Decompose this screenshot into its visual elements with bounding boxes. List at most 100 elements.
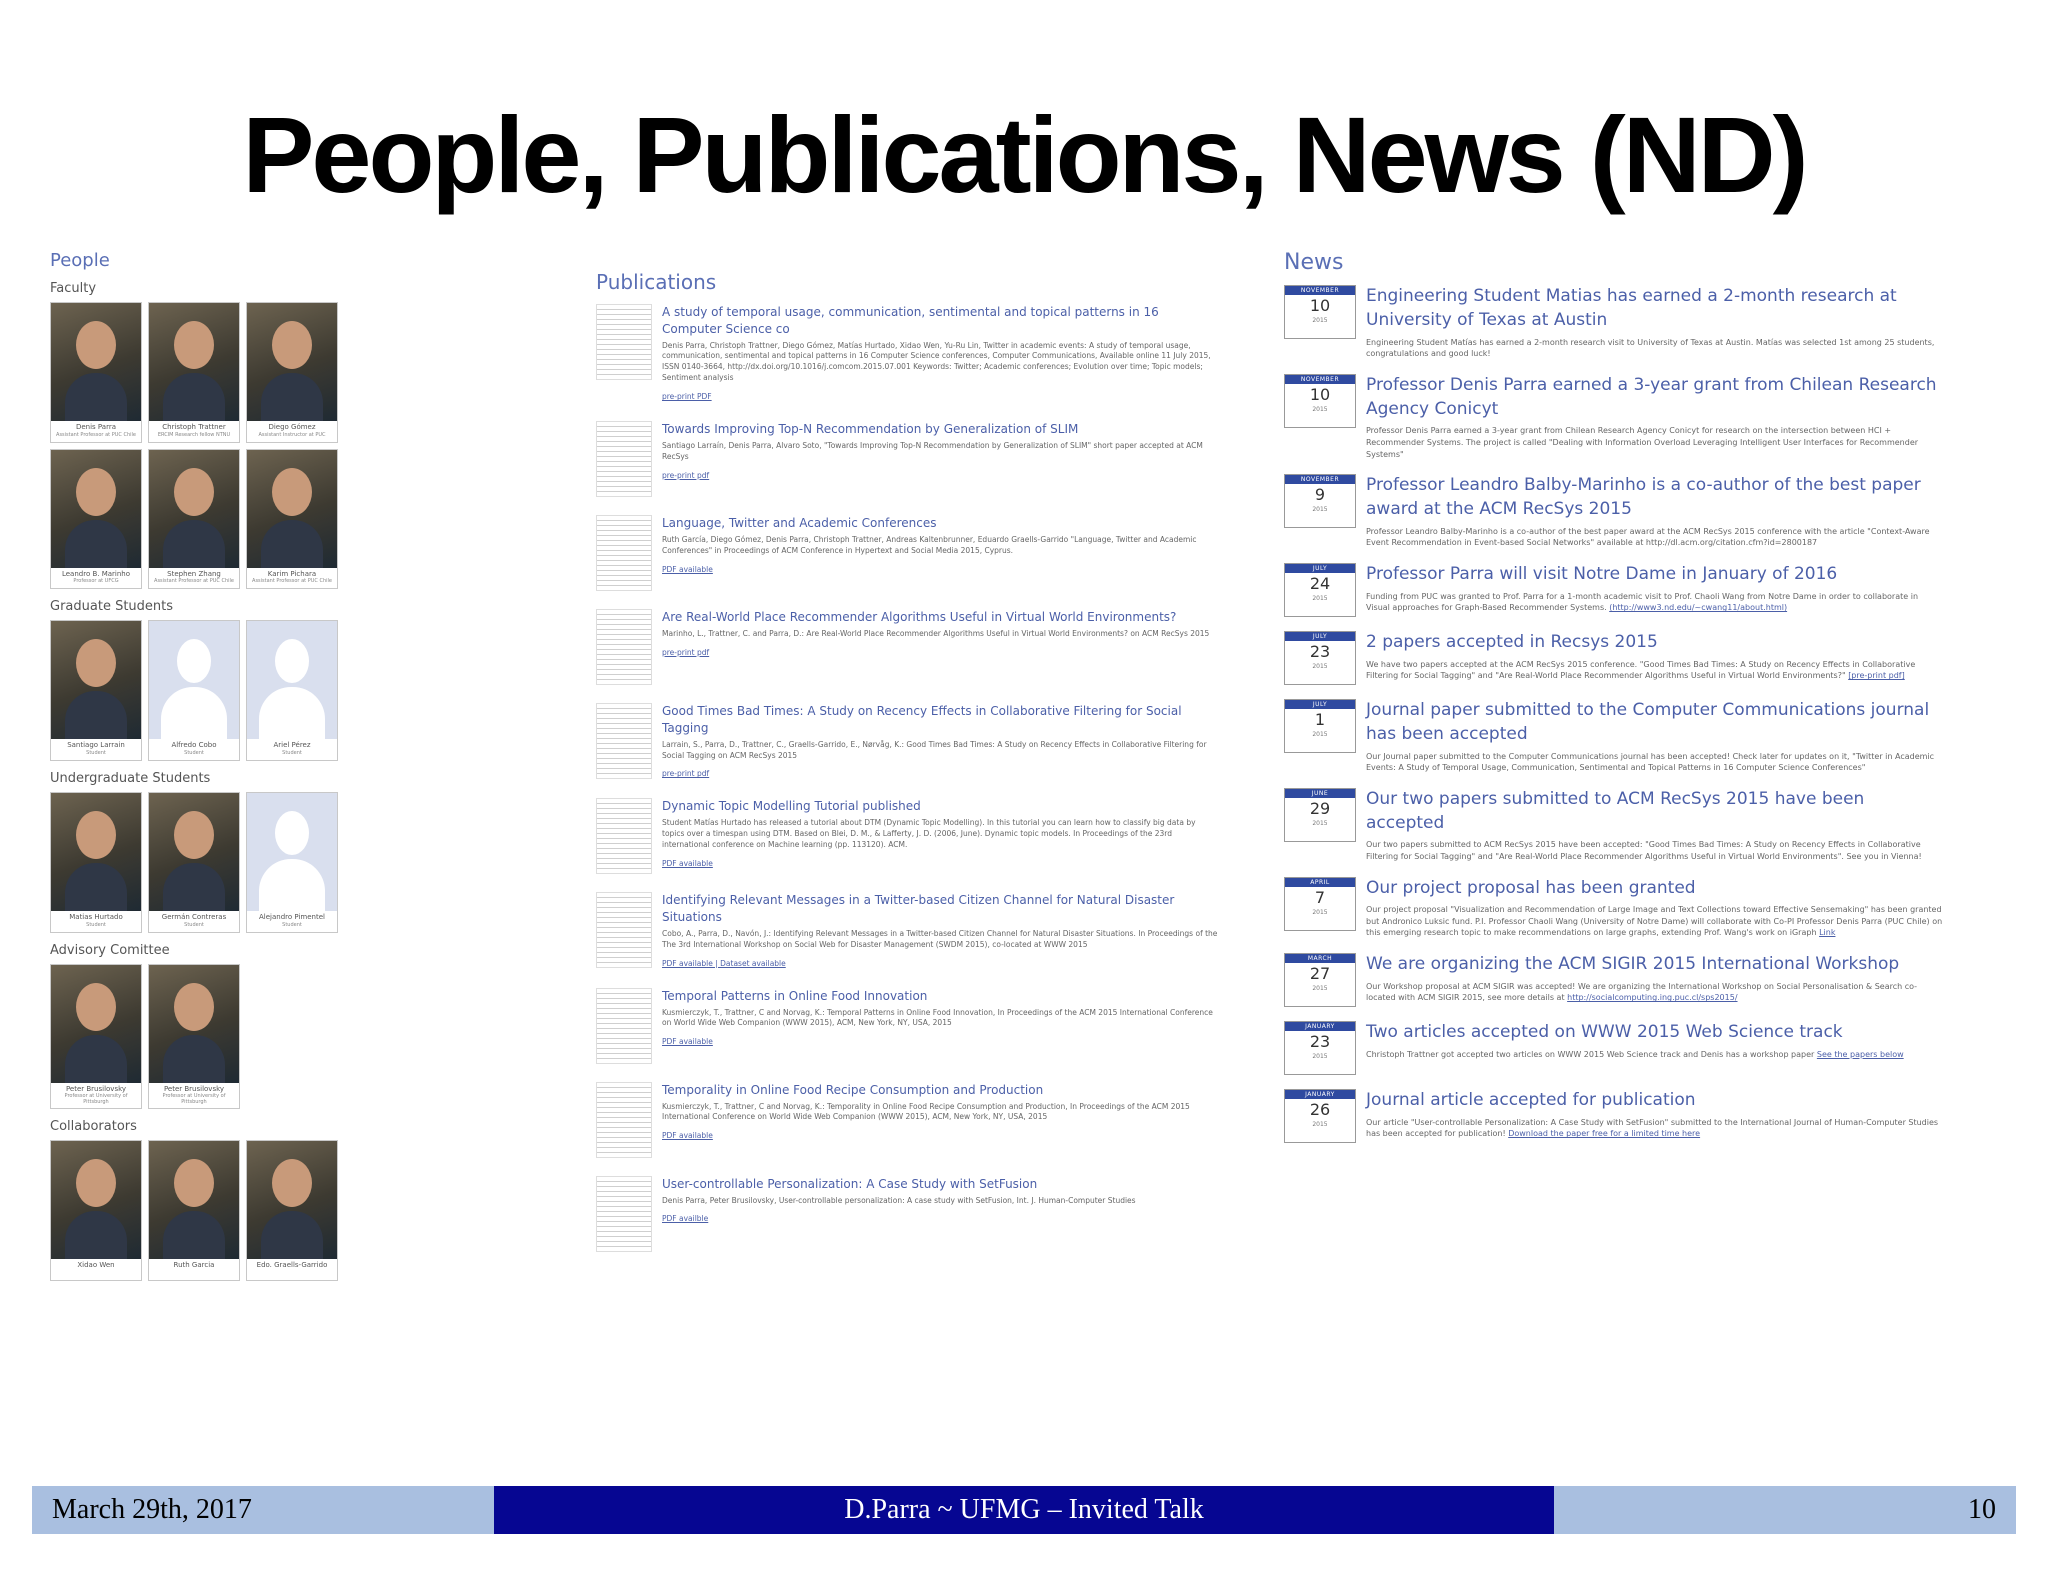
news-title[interactable]: Our project proposal has been granted <box>1366 877 1944 901</box>
paper-thumbnail <box>596 1175 652 1252</box>
person-card[interactable]: Germán Contreras Student <box>148 792 240 933</box>
publication-item: Towards Improving Top-N Recommendation b… <box>596 421 1220 498</box>
person-card[interactable]: Karim Pichara Assistant Professor at PUC … <box>246 448 338 590</box>
news-title[interactable]: Journal article accepted for publication <box>1366 1089 1944 1113</box>
news-title[interactable]: Professor Denis Parra earned a 3-year gr… <box>1366 374 1944 422</box>
publication-description: Marinho, L., Trattner, C. and Parra, D.:… <box>662 628 1210 638</box>
publication-link[interactable]: PDF available | Dataset available <box>662 959 786 968</box>
person-role: Student <box>86 921 106 928</box>
news-text: Engineering Student Matías has earned a … <box>1366 337 1935 359</box>
news-title[interactable]: We are organizing the ACM SIGIR 2015 Int… <box>1366 953 1944 977</box>
person-name: Denis Parra <box>75 423 117 431</box>
person-photo <box>247 303 337 421</box>
person-role <box>51 1271 141 1280</box>
people-heading: People <box>50 250 110 271</box>
news-description: Professor Leandro Balby-Marinho is a co-… <box>1366 526 1944 549</box>
person-role: Student <box>184 750 204 757</box>
publication-title[interactable]: User-controllable Personalization: A Cas… <box>662 1176 1220 1193</box>
person-card[interactable]: Ruth Garcia <box>148 1140 240 1282</box>
news-body: Engineering Student Matias has earned a … <box>1366 285 1944 360</box>
news-description: Our project proposal "Visualization and … <box>1366 904 1944 939</box>
publication-link[interactable]: pre-print pdf <box>662 648 709 657</box>
publication-title[interactable]: Good Times Bad Times: A Study on Recency… <box>662 703 1220 737</box>
news-title[interactable]: Professor Parra will visit Notre Dame in… <box>1366 563 1944 587</box>
news-link[interactable]: http://socialcomputing.ing.puc.cl/sps201… <box>1567 993 1737 1002</box>
person-card[interactable]: Christoph Trattner ERCIM Research fellow … <box>148 302 240 443</box>
person-card[interactable]: Alejandro Pimentel Student <box>246 792 338 933</box>
publication-item: Temporality in Online Food Recipe Consum… <box>596 1081 1220 1158</box>
publication-description: Kusmierczyk, T., Trattner, C and Norvag,… <box>662 1007 1213 1028</box>
paper-thumbnail <box>596 703 652 780</box>
news-item: JANUARY 26 2015 Journal article accepted fo… <box>1284 1089 1944 1144</box>
publication-link[interactable]: pre-print pdf <box>662 471 709 480</box>
person-card[interactable]: Diego Gómez Assistant Instructor at PUC <box>246 302 338 443</box>
publication-item: Identifying Relevant Messages in a Twitt… <box>596 892 1220 969</box>
news-item: JULY 1 2015 Journal paper submitted to the … <box>1284 698 1944 774</box>
publication-link[interactable]: PDF available <box>662 1037 713 1046</box>
person-card[interactable]: Edo. Graells-Garrido <box>246 1140 338 1282</box>
news-title[interactable]: 2 papers accepted in Recsys 2015 <box>1366 631 1944 655</box>
person-card[interactable]: Xidao Wen <box>50 1140 142 1282</box>
paper-thumbnail <box>596 1081 652 1158</box>
person-card[interactable]: Matias Hurtado Student <box>50 792 142 933</box>
news-title[interactable]: Professor Leandro Balby-Marinho is a co-… <box>1366 474 1944 522</box>
person-card[interactable]: Alfredo Cobo Student <box>148 620 240 762</box>
publication-link[interactable]: pre-print PDF <box>662 392 712 401</box>
publication-title[interactable]: Are Real-World Place Recommender Algorit… <box>662 609 1220 626</box>
publication-title[interactable]: Identifying Relevant Messages in a Twitt… <box>662 892 1220 926</box>
publication-item: Good Times Bad Times: A Study on Recency… <box>596 703 1220 780</box>
news-description: Engineering Student Matías has earned a … <box>1366 337 1944 360</box>
people-groups: Faculty Denis Parra Assistant Professor at… <box>50 281 350 1282</box>
people-group-label: Graduate Students <box>50 599 174 615</box>
publication-title[interactable]: Temporality in Online Food Recipe Consum… <box>662 1082 1220 1099</box>
publication-link[interactable]: PDF available <box>662 1131 713 1140</box>
person-card[interactable]: Ariel Pérez Student <box>246 620 338 762</box>
news-link[interactable]: Link <box>1819 928 1835 937</box>
person-role: Student <box>282 750 302 757</box>
news-description: We have two papers accepted at the ACM R… <box>1366 659 1944 682</box>
calendar-day: 23 <box>1309 641 1331 661</box>
person-name: Christoph Trattner <box>162 423 226 431</box>
news-title[interactable]: Our two papers submitted to ACM RecSys 2… <box>1366 788 1944 836</box>
person-card[interactable]: Santiago Larrain Student <box>50 620 142 762</box>
person-photo <box>149 964 239 1083</box>
person-role: Professor at University of Pittsburgh <box>64 1093 128 1105</box>
publication-item: Are Real-World Place Recommender Algorit… <box>596 609 1220 686</box>
publication-description: Larrain, S., Parra, D., Trattner, C., Gr… <box>662 739 1207 760</box>
calendar-icon: JANUARY 23 2015 <box>1284 1021 1356 1076</box>
person-card[interactable]: Peter Brusilovsky Professor at University… <box>50 963 142 1110</box>
calendar-icon: JANUARY 26 2015 <box>1284 1089 1356 1144</box>
publication-link[interactable]: PDF availble <box>662 1214 708 1223</box>
paper-thumbnail <box>596 515 652 592</box>
person-name: Edo. Graells-Garrido <box>256 1261 328 1270</box>
person-card[interactable]: Stephen Zhang Assistant Professor at PUC … <box>148 448 240 590</box>
publication-description: Denis Parra, Christoph Trattner, Diego G… <box>662 340 1211 383</box>
news-body: Our project proposal has been granted Our… <box>1366 877 1944 940</box>
person-photo <box>247 449 337 568</box>
publication-title[interactable]: Temporal Patterns in Online Food Innovat… <box>662 988 1220 1005</box>
publication-title[interactable]: Towards Improving Top-N Recommendation b… <box>662 421 1220 438</box>
person-card[interactable]: Denis Parra Assistant Professor at PUC Ch… <box>50 302 142 443</box>
person-card[interactable]: Leandro B. Marinho Professor at UFCG <box>50 448 142 590</box>
people-group-grid: Matias Hurtado Student Germán Contreras Stu… <box>50 792 350 933</box>
news-link[interactable]: See the papers below <box>1817 1050 1904 1059</box>
news-title[interactable]: Journal paper submitted to the Computer … <box>1366 699 1944 747</box>
news-description: Funding from PUC was granted to Prof. Pa… <box>1366 591 1944 614</box>
calendar-icon: JULY 24 2015 <box>1284 562 1356 617</box>
publication-title[interactable]: A study of temporal usage, communication… <box>662 304 1220 338</box>
publications-section: Publications A study of temporal usage, … <box>596 250 1220 1270</box>
publication-link[interactable]: PDF available <box>662 859 713 868</box>
calendar-icon: NOVEMBER 10 2015 <box>1284 285 1356 339</box>
news-link[interactable]: Download the paper free for a limited ti… <box>1508 1129 1700 1138</box>
publication-link[interactable]: pre-print pdf <box>662 769 709 778</box>
news-link[interactable]: [pre-print pdf] <box>1848 671 1905 680</box>
publication-title[interactable]: Language, Twitter and Academic Conferenc… <box>662 515 1220 532</box>
news-link[interactable]: (http://www3.nd.edu/~cwang11/about.html) <box>1609 603 1787 612</box>
person-role <box>149 1271 239 1280</box>
person-card[interactable]: Peter Brusilovsky Professor at University… <box>148 963 240 1110</box>
publications-heading: Publications <box>596 270 717 294</box>
publication-link[interactable]: PDF available <box>662 565 713 574</box>
news-title[interactable]: Two articles accepted on WWW 2015 Web Sc… <box>1366 1021 1944 1045</box>
publication-title[interactable]: Dynamic Topic Modelling Tutorial publish… <box>662 798 1220 815</box>
news-title[interactable]: Engineering Student Matias has earned a … <box>1366 285 1944 333</box>
